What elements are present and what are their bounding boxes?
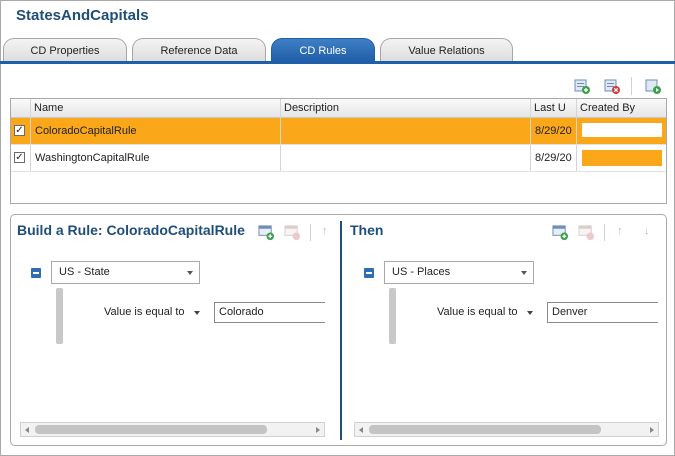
run-rule-icon[interactable] — [644, 77, 662, 95]
tab-reference-data[interactable]: Reference Data — [132, 38, 266, 62]
builder-separator — [310, 224, 311, 241]
scroll-thumb[interactable] — [35, 425, 267, 434]
remove-condition-icon[interactable] — [284, 224, 301, 241]
chevron-down-icon — [521, 271, 527, 275]
condition-value-input[interactable]: Colorado — [214, 302, 325, 323]
pane-divider[interactable] — [340, 221, 342, 440]
table-row[interactable]: ✓ WashingtonCapitalRule 8/29/20 — [11, 145, 666, 172]
builder-separator — [604, 224, 605, 241]
rule-last-updated-cell[interactable]: 8/29/20 — [531, 145, 577, 171]
column-header-check[interactable] — [11, 99, 31, 118]
table-row[interactable]: ✓ ColoradoCapitalRule 8/29/20 — [11, 118, 666, 145]
rule-created-by-cell[interactable] — [577, 145, 666, 171]
app-title: StatesAndCapitals — [16, 7, 149, 24]
created-by-value — [582, 123, 662, 137]
tab-cd-properties[interactable]: CD Properties — [3, 38, 127, 62]
row-checkbox[interactable]: ✓ — [14, 125, 25, 136]
build-rule-title: Build a Rule: ColoradoCapitalRule — [17, 222, 245, 238]
left-horizontal-scrollbar[interactable] — [20, 422, 325, 437]
domain-select-value: US - State — [59, 266, 110, 278]
column-header-last-updated[interactable]: Last U — [531, 99, 577, 118]
tab-strip: CD Properties Reference Data CD Rules Va… — [0, 38, 675, 62]
toolbar-separator — [631, 77, 632, 95]
rule-name-cell[interactable]: WashingtonCapitalRule — [31, 145, 281, 171]
operator-dropdown-icon[interactable] — [527, 311, 533, 315]
scroll-thumb[interactable] — [369, 425, 601, 434]
scroll-right-icon[interactable] — [316, 427, 320, 433]
tab-underline — [0, 61, 675, 64]
move-down-icon[interactable]: ↓ — [644, 225, 650, 237]
row-checkbox-cell[interactable]: ✓ — [11, 118, 31, 144]
condition-bracket — [389, 288, 396, 344]
rule-name-cell[interactable]: ColoradoCapitalRule — [31, 118, 281, 144]
move-up-icon[interactable]: ↑ — [617, 225, 623, 237]
scroll-left-icon[interactable] — [359, 427, 363, 433]
collapse-condition-icon[interactable] — [31, 268, 41, 278]
rules-grid: Name Description Last U Created By ✓ Col… — [10, 98, 667, 204]
operator-label[interactable]: Value is equal to — [437, 306, 518, 318]
condition-bracket — [56, 288, 63, 344]
grid-header: Name Description Last U Created By — [11, 99, 666, 118]
add-condition-icon[interactable] — [258, 224, 275, 241]
rule-description-cell[interactable] — [281, 118, 531, 144]
row-checkbox-cell[interactable]: ✓ — [11, 145, 31, 171]
scroll-right-icon[interactable] — [650, 427, 654, 433]
collapse-condition-icon[interactable] — [364, 268, 374, 278]
rule-last-updated-cell[interactable]: 8/29/20 — [531, 118, 577, 144]
column-header-name[interactable]: Name — [31, 99, 281, 118]
operator-label[interactable]: Value is equal to — [104, 306, 185, 318]
then-title: Then — [350, 222, 384, 238]
delete-rule-icon[interactable] — [603, 77, 621, 95]
rule-builder-panel: Build a Rule: ColoradoCapitalRule ↑ US -… — [10, 214, 667, 446]
right-horizontal-scrollbar[interactable] — [354, 422, 659, 437]
chevron-down-icon — [187, 271, 193, 275]
add-rule-icon[interactable] — [573, 77, 591, 95]
tab-cd-rules[interactable]: CD Rules — [271, 38, 375, 62]
domain-select[interactable]: US - State — [51, 261, 200, 284]
column-header-description[interactable]: Description — [281, 99, 531, 118]
tab-value-relations[interactable]: Value Relations — [380, 38, 513, 62]
scroll-left-icon[interactable] — [25, 427, 29, 433]
add-condition-icon[interactable] — [552, 224, 569, 241]
column-header-created-by[interactable]: Created By — [577, 99, 666, 118]
remove-condition-icon[interactable] — [578, 224, 595, 241]
created-by-value — [582, 150, 662, 166]
move-up-icon[interactable]: ↑ — [322, 225, 328, 237]
domain-select-value: US - Places — [392, 266, 451, 278]
domain-select[interactable]: US - Places — [384, 261, 534, 284]
row-checkbox[interactable]: ✓ — [14, 152, 25, 163]
rule-created-by-cell[interactable] — [577, 118, 666, 144]
rule-description-cell[interactable] — [281, 145, 531, 171]
operator-dropdown-icon[interactable] — [194, 311, 200, 315]
condition-value-input[interactable]: Denver — [547, 302, 658, 323]
